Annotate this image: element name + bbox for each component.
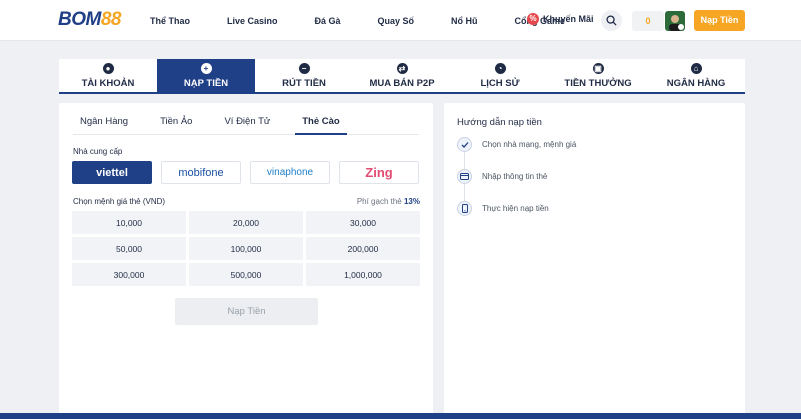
card-icon [457, 169, 472, 184]
fee-info: Phí gạch thẻ 13% [357, 197, 420, 206]
nav-the-thao[interactable]: Thể Thao [150, 16, 190, 26]
tab-label: RÚT TIỀN [282, 77, 326, 89]
logo[interactable]: BOM 88 [58, 9, 121, 31]
guide-step: Nhập thông tin thẻ [457, 169, 547, 184]
minus-icon: − [298, 62, 310, 74]
promo-link[interactable]: % Khuyến Mãi [527, 13, 594, 25]
avatar[interactable] [665, 11, 685, 31]
tab-nap-tien[interactable]: + NẠP TIỀN [157, 59, 255, 92]
method-tien-ao[interactable]: Tiền Ảo [153, 111, 199, 135]
logo-number: 88 [100, 9, 122, 30]
promo-label: Khuyến Mãi [543, 14, 594, 24]
tab-label: LỊCH SỬ [480, 77, 520, 89]
step-text: Nhập thông tin thẻ [482, 172, 548, 181]
phone-icon [457, 201, 472, 216]
method-vi-dien-tu[interactable]: Ví Điện Tử [217, 111, 277, 135]
tab-label: MUA BÁN P2P [369, 77, 435, 89]
top-header: BOM 88 Thể Thao Live Casino Đá Gà Quay S… [0, 0, 801, 41]
provider-zing[interactable]: Zing [339, 161, 419, 184]
tab-label: NẠP TIỀN [183, 77, 229, 89]
guide-title: Hướng dẫn nạp tiền [457, 117, 542, 128]
provider-vinaphone[interactable]: vinaphone [250, 161, 330, 184]
nav-no-hu[interactable]: Nổ Hũ [451, 16, 478, 26]
amount-option[interactable]: 30,000 [306, 211, 420, 234]
submit-deposit-button[interactable]: Nạp Tiền [175, 298, 318, 325]
nav-quay-so[interactable]: Quay Số [378, 16, 415, 26]
user-icon: ● [102, 62, 114, 74]
amount-option[interactable]: 1,000,000 [306, 263, 420, 286]
footer-bar [0, 413, 801, 419]
account-tabs: ● TÀI KHOẢN + NẠP TIỀN − RÚT TIỀN ⇄ MUA … [59, 59, 745, 94]
clock-icon: ◔ [494, 62, 506, 74]
logo-brand: BOM [58, 9, 101, 30]
tab-ngan-hang[interactable]: ⌂ NGÂN HÀNG [647, 59, 745, 92]
amount-option[interactable]: 200,000 [306, 237, 420, 260]
amount-grid: 10,000 20,000 30,000 50,000 100,000 200,… [72, 211, 420, 286]
nav-live-casino[interactable]: Live Casino [227, 16, 278, 26]
step-text: Thực hiện nạp tiền [482, 204, 549, 213]
tab-label: TÀI KHOẢN [81, 77, 135, 89]
header-deposit-button[interactable]: Nạp Tiền [694, 10, 745, 31]
online-status-dot [678, 24, 684, 30]
amount-option[interactable]: 100,000 [189, 237, 303, 260]
amount-option[interactable]: 20,000 [189, 211, 303, 234]
guide-step: Chọn nhà mạng, mệnh giá [457, 137, 576, 152]
fee-value: 13% [403, 197, 420, 206]
tab-mua-ban-p2p[interactable]: ⇄ MUA BÁN P2P [353, 59, 451, 92]
gift-icon: % [527, 13, 539, 25]
tab-label: NGÂN HÀNG [666, 77, 726, 89]
tab-rut-tien[interactable]: − RÚT TIỀN [255, 59, 353, 92]
method-the-cao[interactable]: Thẻ Cào [295, 111, 347, 135]
guide-step: Thực hiện nạp tiền [457, 201, 549, 216]
step-text: Chọn nhà mạng, mệnh giá [482, 140, 577, 149]
tab-label: TIỀN THƯỞNG [564, 77, 632, 89]
amount-option[interactable]: 300,000 [72, 263, 186, 286]
provider-label: Nhà cung cấp [73, 147, 123, 156]
deposit-method-tabs: Ngân Hàng Tiền Ảo Ví Điện Tử Thẻ Cào [73, 111, 419, 135]
balance-display: 0 [632, 11, 664, 31]
provider-viettel[interactable]: viettel [72, 161, 152, 184]
tab-lich-su[interactable]: ◔ LỊCH SỬ [451, 59, 549, 92]
bank-icon: ⌂ [690, 62, 702, 74]
amount-option[interactable]: 10,000 [72, 211, 186, 234]
fee-label: Phí gạch thẻ [356, 197, 402, 206]
tab-tai-khoan[interactable]: ● TÀI KHOẢN [59, 59, 157, 92]
amount-option[interactable]: 500,000 [189, 263, 303, 286]
nav-da-ga[interactable]: Đá Gà [315, 16, 341, 26]
gift-icon: ▣ [592, 62, 604, 74]
search-icon [606, 15, 617, 26]
tab-tien-thuong[interactable]: ▣ TIỀN THƯỞNG [549, 59, 647, 92]
provider-list: viettel mobifone vinaphone Zing [72, 161, 428, 184]
shield-check-icon [457, 137, 472, 152]
search-button[interactable] [601, 10, 622, 31]
plus-icon: + [200, 62, 212, 74]
exchange-icon: ⇄ [396, 62, 408, 74]
amount-label: Chọn mệnh giá thẻ (VND) [73, 197, 166, 206]
provider-mobifone[interactable]: mobifone [161, 161, 241, 184]
method-ngan-hang[interactable]: Ngân Hàng [73, 111, 135, 135]
deposit-panel: Ngân Hàng Tiền Ảo Ví Điện Tử Thẻ Cào Nhà… [59, 103, 433, 419]
amount-option[interactable]: 50,000 [72, 237, 186, 260]
guide-panel: Hướng dẫn nạp tiền Chọn nhà mạng, mệnh g… [444, 103, 745, 419]
